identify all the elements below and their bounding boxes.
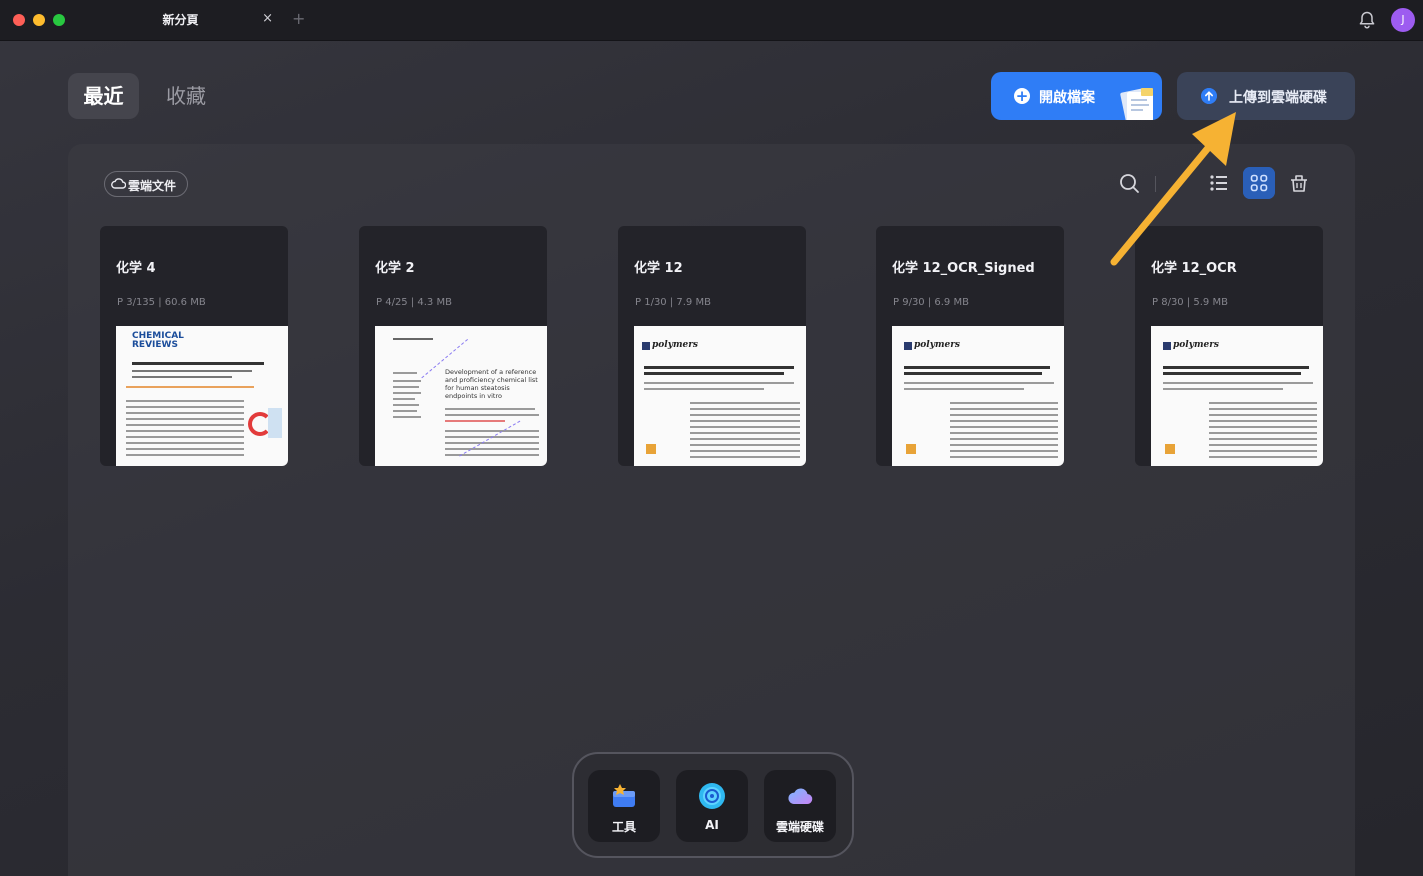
toolbar-divider [1155, 176, 1156, 192]
journal-title: CHEMICAL REVIEWS [132, 331, 184, 350]
file-thumbnail: CHEMICAL REVIEWS [116, 326, 288, 466]
file-thumbnail: Development of a reference and proficien… [375, 326, 547, 466]
tab-close-icon[interactable]: × [262, 11, 273, 26]
file-name: 化学 12_OCR_Signed [892, 261, 1035, 276]
tab-recent[interactable]: 最近 [68, 73, 139, 119]
open-file-button[interactable]: + 開啟檔案 [991, 72, 1162, 120]
file-card[interactable]: 化学 12_OCR P 8/30 | 5.9 MB polymers [1135, 226, 1323, 466]
file-thumbnail: polymers [892, 326, 1064, 466]
tab-favorites[interactable]: 收藏 [152, 73, 220, 119]
cloud-drive-icon [788, 788, 813, 805]
dock-ai-button[interactable]: AI [676, 770, 748, 842]
open-file-label: 開啟檔案 [1039, 90, 1095, 106]
close-window-button[interactable] [13, 14, 25, 26]
cloud-icon [111, 178, 126, 189]
dock-cloud-label: 雲端硬碟 [775, 820, 824, 834]
file-card[interactable]: 化学 4 P 3/135 | 60.6 MB CHEMICAL REVIEWS [100, 226, 288, 466]
file-thumbnail: polymers [634, 326, 806, 466]
file-meta: P 3/135 | 60.6 MB [117, 297, 206, 308]
file-thumbnail: polymers [1151, 326, 1323, 466]
file-card[interactable]: 化学 12 P 1/30 | 7.9 MB polymers [618, 226, 806, 466]
documents-icon [1120, 88, 1153, 120]
file-name: 化学 2 [375, 261, 415, 276]
search-icon[interactable] [1118, 172, 1140, 194]
upload-icon [1201, 88, 1217, 104]
grid-view-icon[interactable] [1243, 167, 1275, 199]
file-meta: P 4/25 | 4.3 MB [376, 297, 452, 308]
journal-name: polymers [1173, 340, 1220, 350]
plus-icon: + [1014, 87, 1030, 105]
document-heading: Development of a reference and proficien… [445, 368, 538, 400]
ai-icon [699, 783, 725, 809]
tab-new[interactable]: 新分頁 × [78, 0, 283, 40]
tab-title: 新分頁 [162, 13, 199, 27]
file-meta: P 1/30 | 7.9 MB [635, 297, 711, 308]
file-name: 化学 12_OCR [1151, 261, 1237, 276]
maximize-window-button[interactable] [53, 14, 65, 26]
minimize-window-button[interactable] [33, 14, 45, 26]
file-name: 化学 12 [634, 261, 683, 276]
bottom-dock: 工具 AI 雲端硬碟 [572, 752, 854, 858]
dock-tools-button[interactable]: 工具 [588, 770, 660, 842]
list-view-icon[interactable] [1208, 172, 1230, 194]
file-name: 化学 4 [116, 261, 156, 276]
title-bar: 新分頁 × + J [0, 0, 1423, 41]
trash-icon[interactable] [1288, 172, 1310, 194]
file-card[interactable]: 化学 12_OCR_Signed P 9/30 | 6.9 MB polymer… [876, 226, 1064, 466]
dock-cloud-button[interactable]: 雲端硬碟 [764, 770, 836, 842]
journal-name: polymers [652, 340, 699, 350]
file-meta: P 8/30 | 5.9 MB [1152, 297, 1228, 308]
cloud-docs-filter[interactable]: 雲端文件 [104, 171, 188, 197]
dock-ai-label: AI [705, 818, 719, 832]
upload-to-cloud-button[interactable]: 上傳到雲端硬碟 [1177, 72, 1355, 120]
journal-name: polymers [914, 340, 961, 350]
add-tab-button[interactable]: + [292, 9, 305, 28]
dock-tools-label: 工具 [611, 820, 636, 834]
bell-icon[interactable] [1357, 10, 1377, 30]
file-meta: P 9/30 | 6.9 MB [893, 297, 969, 308]
cloud-docs-label: 雲端文件 [128, 179, 177, 193]
file-card[interactable]: 化学 2 P 4/25 | 4.3 MB Development of a re… [359, 226, 547, 466]
toolbox-icon [613, 784, 635, 807]
avatar[interactable]: J [1391, 8, 1415, 32]
upload-label: 上傳到雲端硬碟 [1229, 90, 1327, 106]
